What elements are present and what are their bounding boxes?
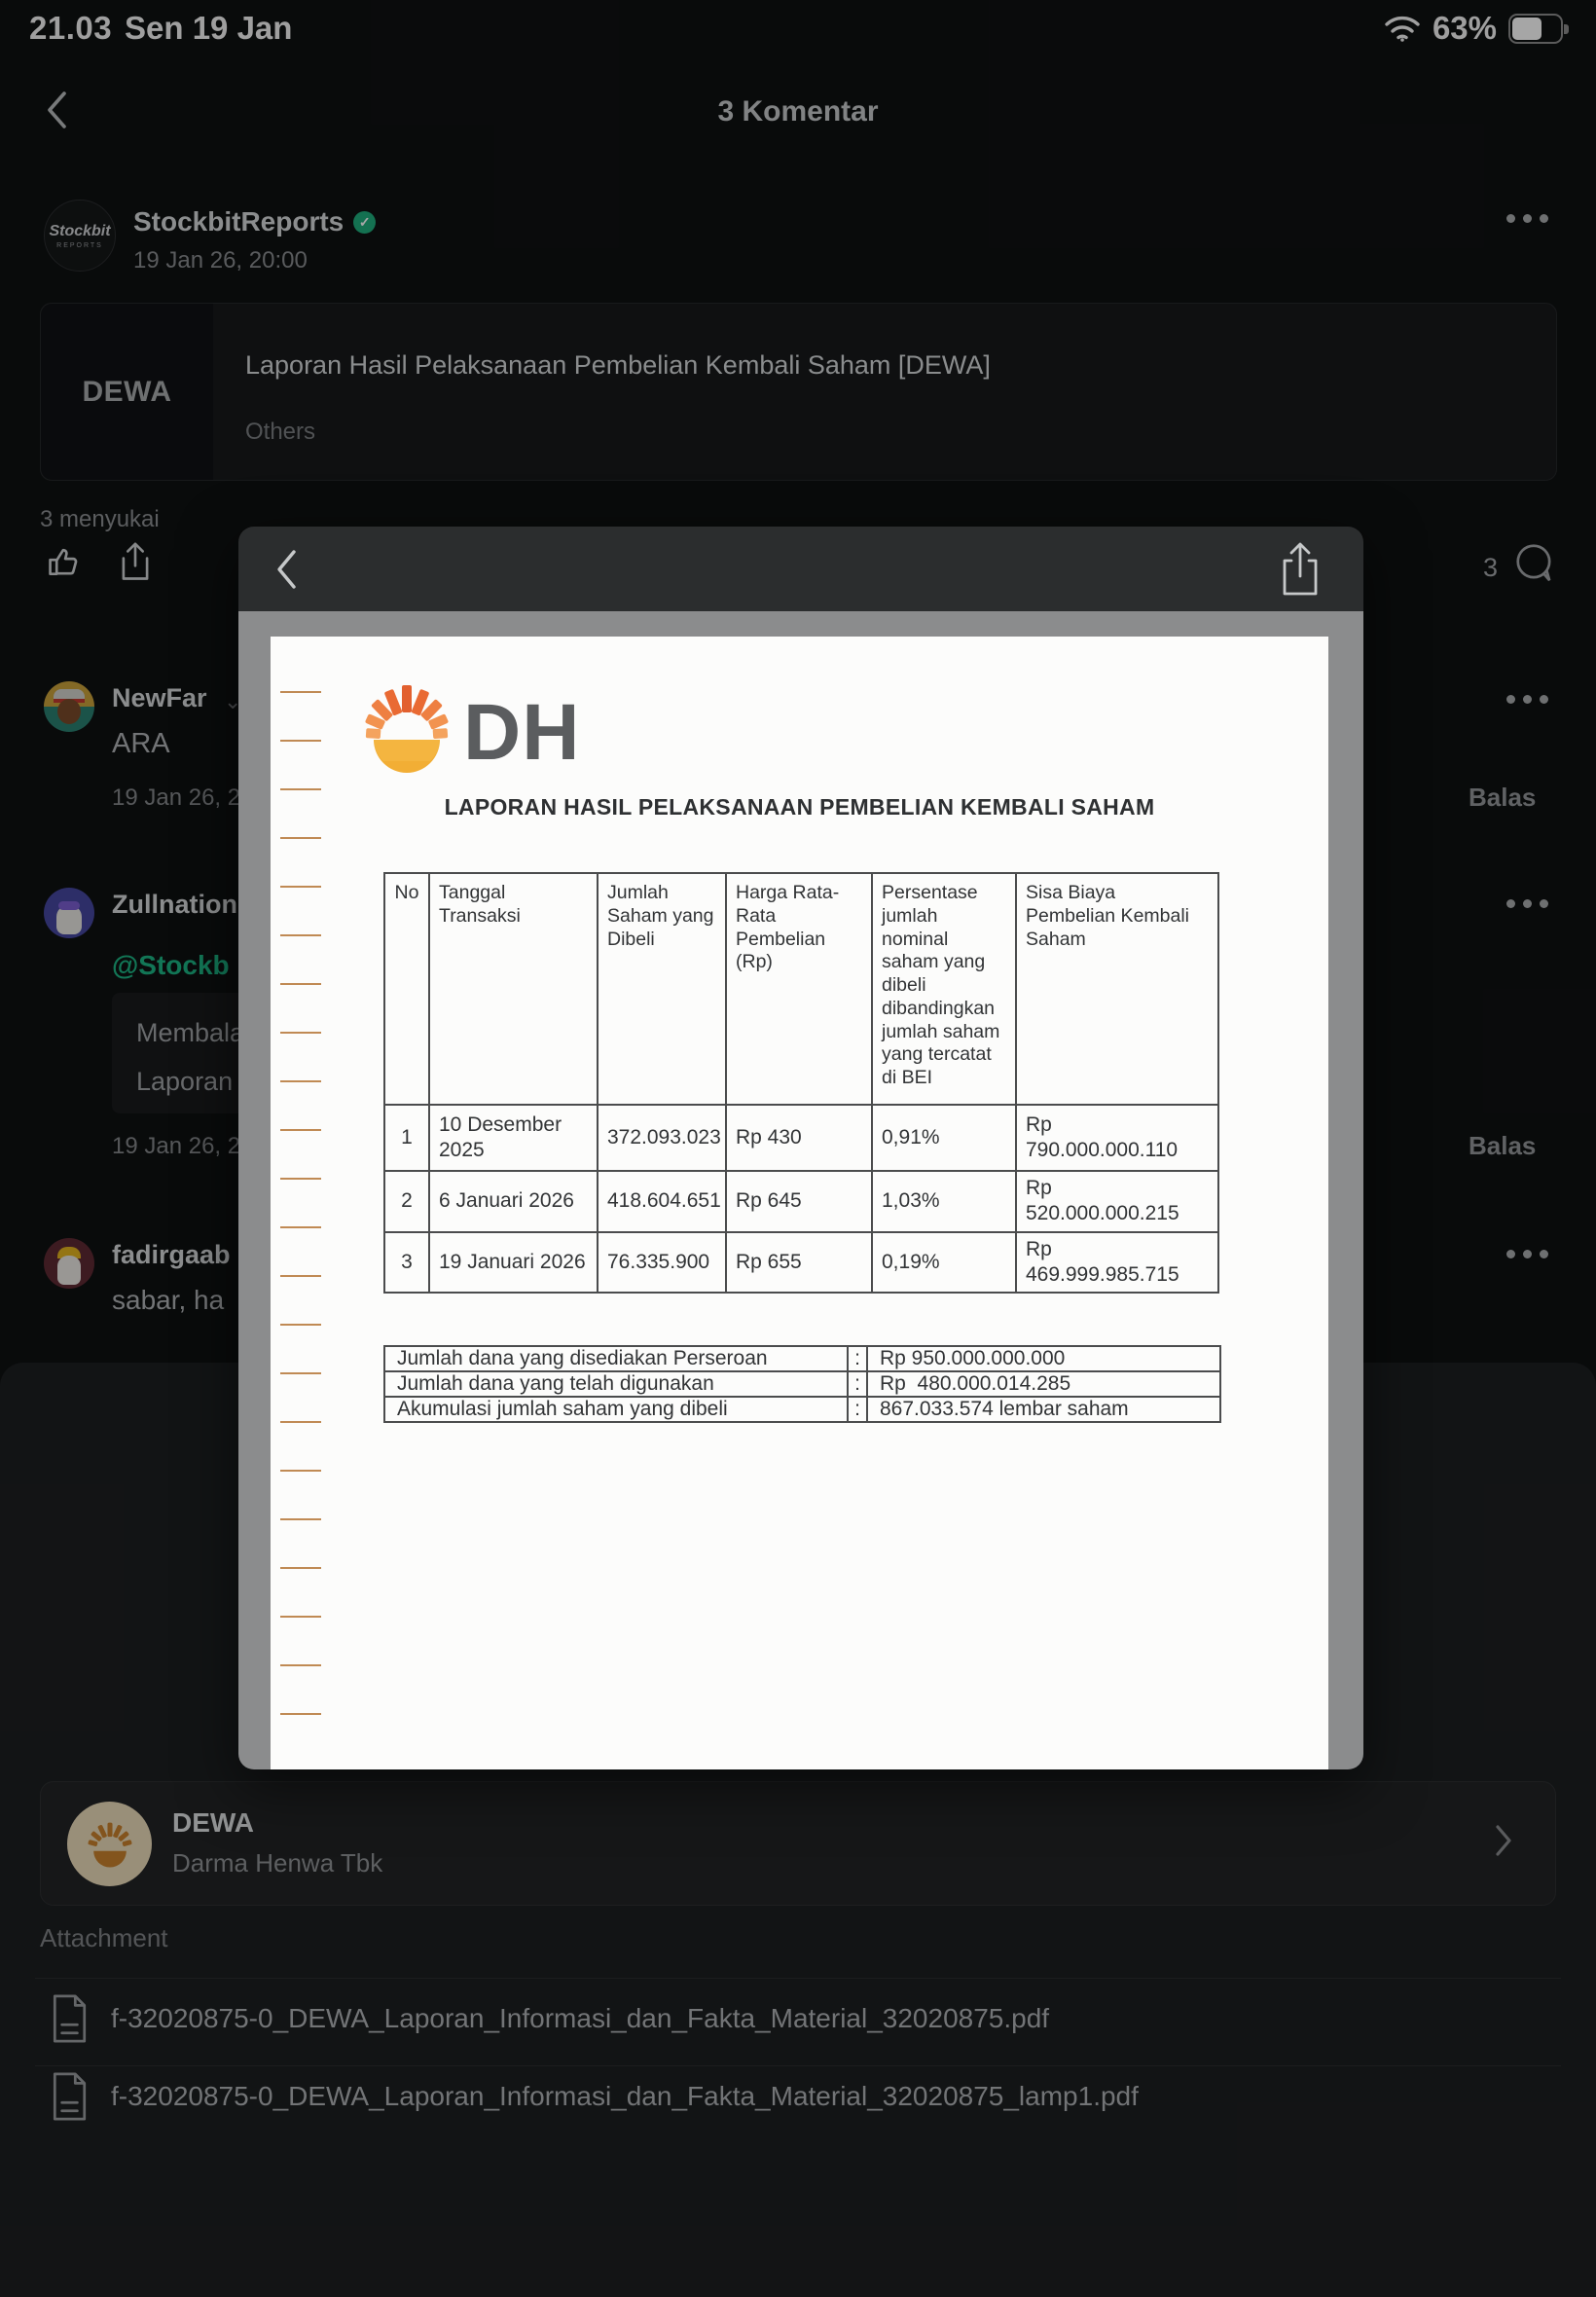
pdf-viewer-area[interactable]: DH LAPORAN HASIL PELAKSANAAN PEMBELIAN K… (238, 611, 1363, 1769)
modal-header (238, 527, 1363, 611)
col-header: Tanggal Transaksi (428, 872, 598, 1106)
col-header: Jumlah Saham yang Dibeli (597, 872, 727, 1106)
dh-logo-text: DH (463, 688, 581, 777)
table-row: Akumulasi jumlah saham yang dibeli : 867… (383, 1396, 1221, 1423)
table-row: Jumlah dana yang disediakan Perseroan : … (383, 1345, 1221, 1372)
app-screen: 21.03 Sen 19 Jan 63% 3 Komentar Stockbit… (0, 0, 1596, 2297)
table-row: 3 19 Januari 2026 76.335.900 Rp 655 0,19… (383, 1230, 1219, 1294)
table-row: Jumlah dana yang telah digunakan : Rp 48… (383, 1370, 1221, 1398)
table-row: 2 6 Januari 2026 418.604.651 Rp 645 1,03… (383, 1170, 1219, 1233)
buyback-table: No Tanggal Transaksi Jumlah Saham yang D… (383, 872, 1219, 1294)
letterhead-margin-marks (280, 691, 321, 1744)
document-title: LAPORAN HASIL PELAKSANAAN PEMBELIAN KEMB… (444, 794, 1155, 820)
dh-logo: DH (358, 679, 580, 786)
col-header: Harga Rata-Rata Pembelian (Rp) (725, 872, 873, 1106)
col-header: No (383, 872, 430, 1106)
col-header: Persentase jumlah nominal saham yang dib… (871, 872, 1017, 1106)
table-row: 1 10 Desember 2025 372.093.023 Rp 430 0,… (383, 1104, 1219, 1172)
modal-back-button[interactable] (273, 547, 299, 592)
pdf-page: DH LAPORAN HASIL PELAKSANAAN PEMBELIAN K… (271, 637, 1328, 1769)
modal-share-button[interactable] (1278, 541, 1323, 598)
pdf-viewer-modal: DH LAPORAN HASIL PELAKSANAAN PEMBELIAN K… (238, 527, 1363, 1769)
col-header: Sisa Biaya Pembelian Kembali Saham (1015, 872, 1219, 1106)
buyback-summary-table: Jumlah dana yang disediakan Perseroan : … (383, 1345, 1221, 1423)
